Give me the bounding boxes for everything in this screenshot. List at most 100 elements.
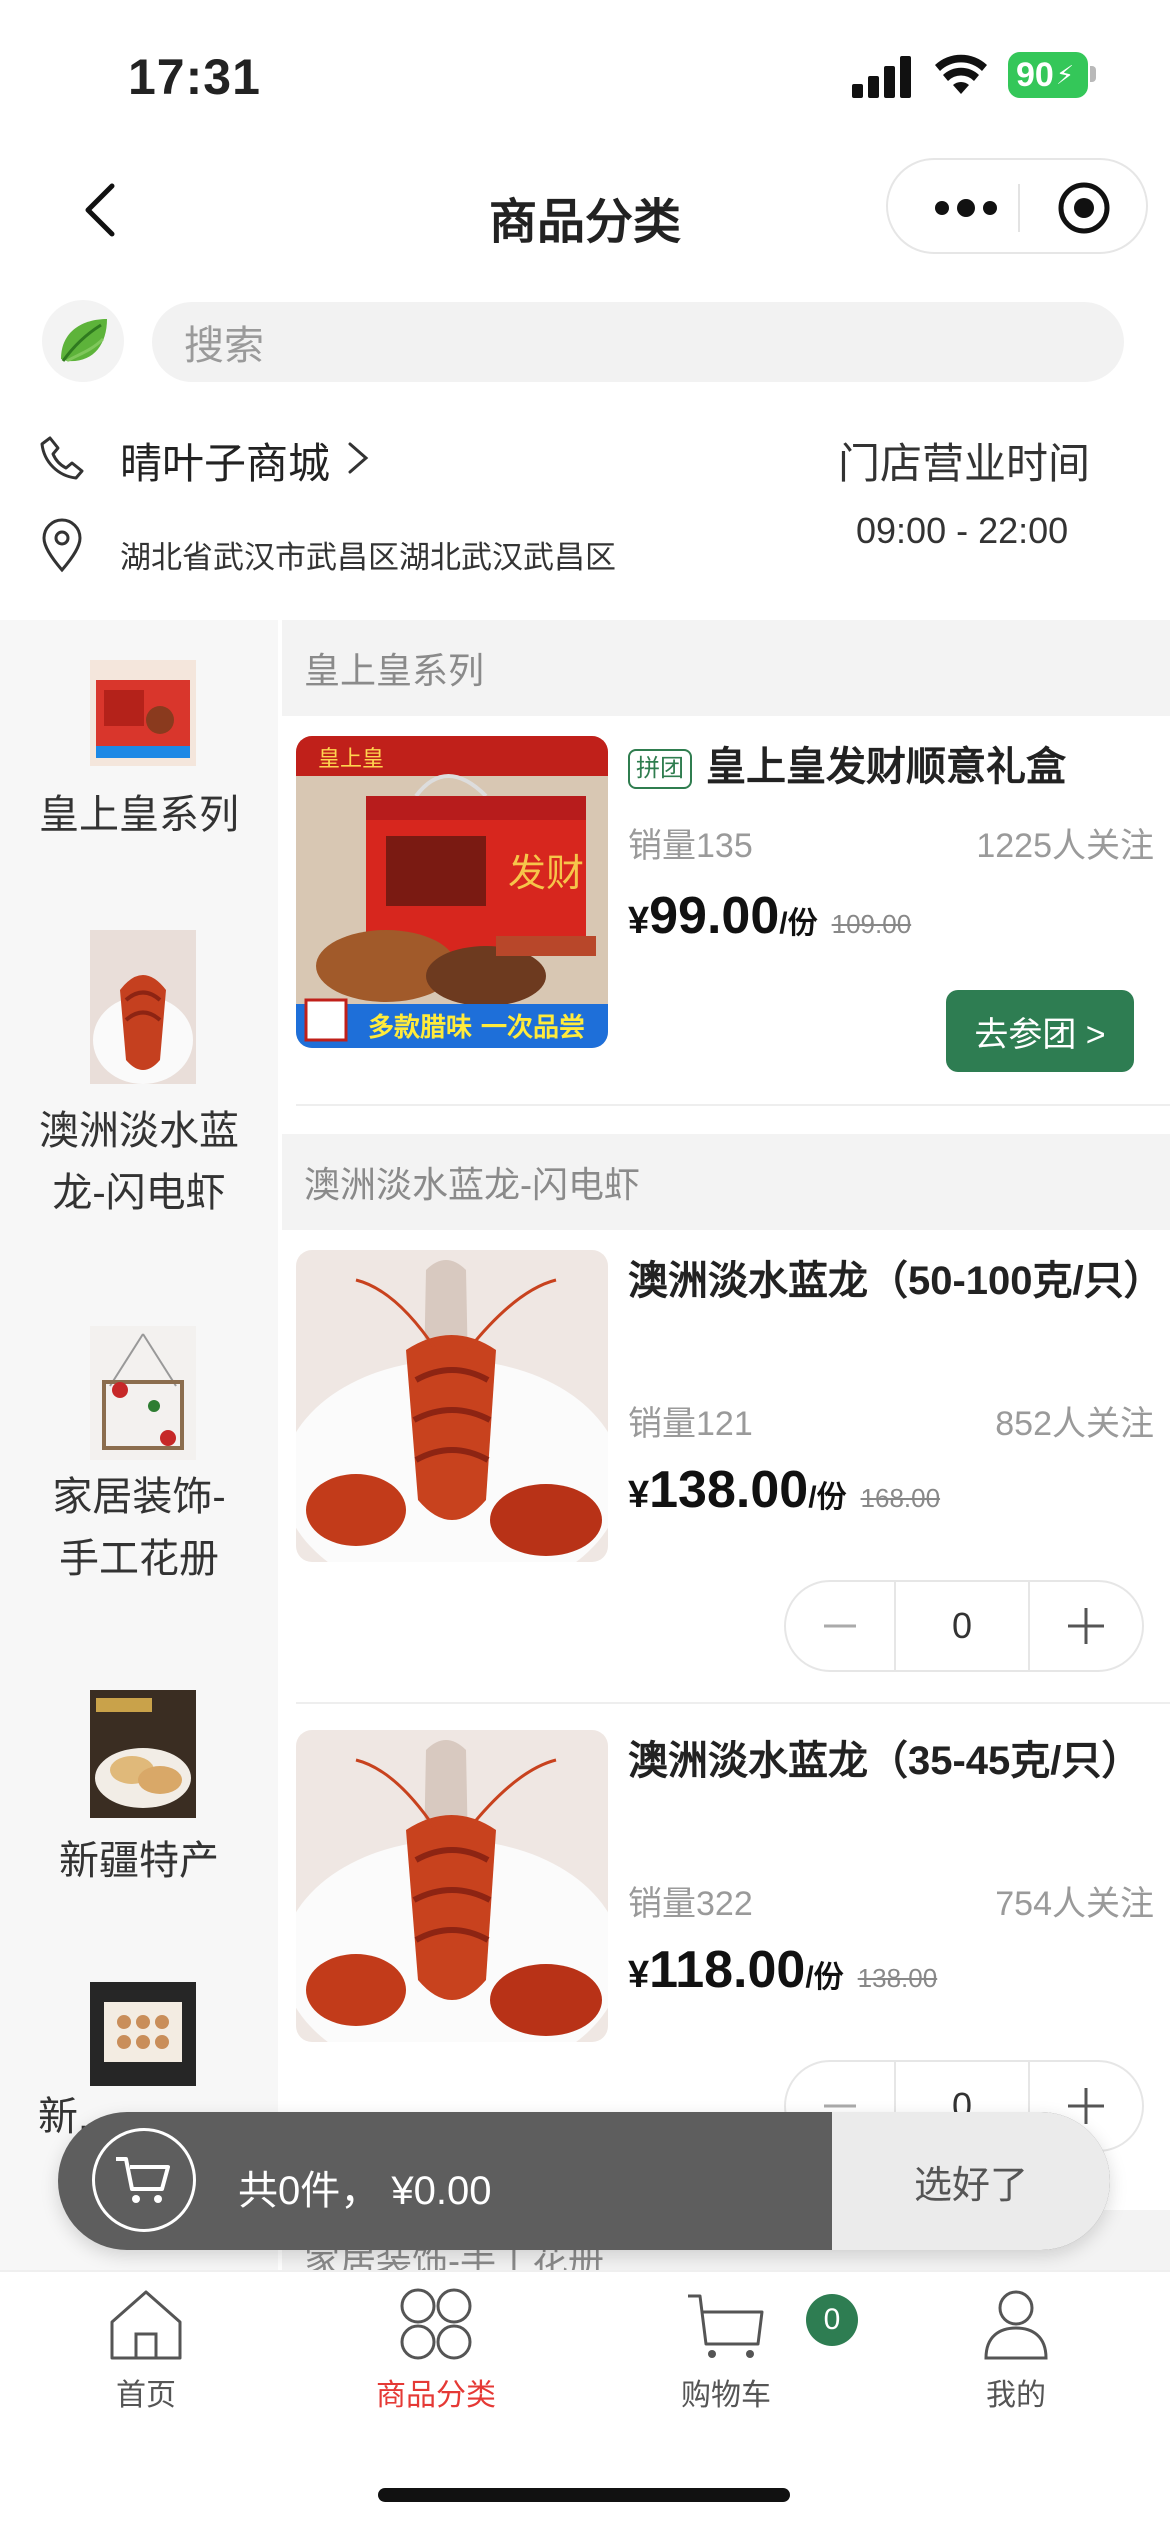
sidebar-item-label: 新疆特产 (59, 1839, 219, 1883)
status-bar: 17:31 90 ⚡ (0, 0, 1170, 140)
group-buy-tag: 拼团 (628, 749, 692, 790)
wifi-icon (935, 54, 987, 94)
sales-count: 销量322 (628, 1885, 753, 1923)
category-grid-icon (400, 2288, 472, 2360)
increase-button[interactable] (1030, 1582, 1142, 1670)
price-value: 138.00 (649, 1461, 809, 1519)
sidebar-item-huangshanghuang[interactable]: 皇上皇系列 (0, 660, 278, 840)
price: ¥118.00/份 138.00 (628, 1940, 937, 2000)
crayfish-image (296, 1730, 608, 2042)
banner-text: 多款腊味 一次品尝 (368, 1013, 585, 1043)
category-thumbnail (90, 1326, 196, 1460)
user-icon (984, 2290, 1048, 2360)
sidebar-item-xinjiang[interactable]: 新疆特产 (0, 1690, 278, 1890)
tab-category[interactable]: 商品分类 (336, 2288, 536, 2414)
product-card[interactable]: 皇上皇 发财 多款腊味 一次品尝 拼团 皇上皇发财顺意礼盒 销量135 1225人… (282, 736, 1170, 1116)
store-info: 晴叶子商城 湖北省武汉市武昌区湖北武汉武昌区 门店营业时间 09:00 - 22… (0, 410, 1170, 620)
sidebar-item-crayfish[interactable]: 澳洲淡水蓝龙-闪电虾 (0, 930, 278, 1240)
divider (296, 1104, 1170, 1106)
product-image[interactable] (296, 1250, 608, 1562)
business-hours: 09:00 - 22:00 (856, 510, 1069, 551)
store-address: 湖北省武汉市武昌区湖北武汉武昌区 (120, 540, 616, 575)
search-input[interactable]: 搜索 (152, 302, 1124, 382)
price-value: 99.00 (649, 887, 780, 945)
nav-bar: 商品分类 (0, 140, 1170, 280)
location-icon (42, 518, 82, 573)
product-card[interactable]: 澳洲淡水蓝龙（50-100克/只） 销量121 852人关注 ¥138.00/份… (282, 1250, 1170, 1690)
plus-icon (1068, 1608, 1104, 1644)
tab-label: 商品分类 (376, 2379, 496, 2412)
store-logo[interactable] (42, 300, 124, 382)
divider (296, 1702, 1170, 1704)
cart-count-badge: 0 (806, 2294, 858, 2346)
follow-count: 754人关注 (995, 1885, 1154, 1923)
category-sidebar[interactable]: 皇上皇系列 澳洲淡水蓝龙-闪电虾 家居装饰-手工花册 新疆特产 新... (0, 620, 278, 2270)
home-indicator[interactable] (378, 2488, 790, 2502)
sales-count: 销量121 (628, 1405, 753, 1443)
tab-home[interactable]: 首页 (46, 2288, 246, 2414)
content-area: 皇上皇系列 澳洲淡水蓝龙-闪电虾 家居装饰-手工花册 新疆特产 新... 皇上皇… (0, 620, 1170, 2270)
store-name[interactable]: 晴叶子商城 (120, 430, 330, 491)
currency-symbol: ¥ (628, 1474, 650, 1516)
status-time: 17:31 (128, 49, 261, 105)
more-icon[interactable] (928, 188, 1018, 228)
tab-cart[interactable]: 购物车 (626, 2288, 826, 2414)
cart-summary: 共0件， ¥0.00 (238, 2169, 492, 2213)
brand-text: 皇上皇 (318, 747, 384, 772)
sales-count: 销量135 (628, 827, 753, 865)
close-target-icon[interactable] (1056, 180, 1112, 236)
quantity-value[interactable]: 0 (894, 1582, 1030, 1670)
original-price: 168.00 (860, 1483, 941, 1513)
quantity-stepper[interactable]: 0 (784, 1580, 1144, 1672)
sidebar-item-label: 家居装饰-手工花册 (52, 1475, 226, 1581)
battery-level: 90 (1016, 55, 1054, 94)
business-hours-title: 门店营业时间 (838, 440, 1091, 487)
cart-icon (116, 2157, 170, 2203)
checkout-button[interactable]: 选好了 (832, 2112, 1110, 2250)
price: ¥99.00/份 109.00 (628, 886, 911, 946)
search-row: 搜索 (0, 290, 1170, 400)
currency-symbol: ¥ (628, 1954, 650, 1996)
phone-icon[interactable] (38, 434, 86, 482)
cart-button[interactable] (92, 2128, 196, 2232)
battery-icon: 90 ⚡ (1008, 52, 1088, 98)
capsule-divider (1018, 184, 1020, 232)
product-list[interactable]: 皇上皇系列 皇上皇 发财 多款腊味 一次品尝 拼团 皇上皇发财顺意礼盒 销量13… (282, 620, 1170, 2270)
product-title[interactable]: 澳洲淡水蓝龙（35-45克/只） (628, 1730, 1148, 1792)
decrease-button[interactable] (786, 1582, 894, 1670)
product-image[interactable]: 皇上皇 发财 多款腊味 一次品尝 (296, 736, 608, 1048)
chevron-right-icon[interactable] (346, 440, 370, 476)
category-thumbnail (90, 660, 196, 766)
sidebar-item-home-decor[interactable]: 家居装饰-手工花册 (0, 1326, 278, 1606)
tab-label: 购物车 (681, 2379, 771, 2412)
product-title[interactable]: 拼团 皇上皇发财顺意礼盒 (628, 736, 1148, 798)
battery-tip (1090, 66, 1096, 82)
cart-bar: 共0件， ¥0.00 选好了 (58, 2112, 1110, 2250)
category-thumbnail (90, 1690, 196, 1818)
join-group-button[interactable]: 去参团 > (946, 990, 1134, 1072)
leaf-icon (61, 319, 107, 363)
search-placeholder: 搜索 (184, 324, 264, 368)
mini-program-capsule (886, 158, 1148, 254)
shopping-cart-icon (688, 2294, 764, 2358)
crayfish-image (296, 1250, 608, 1562)
minus-icon (824, 1624, 856, 1628)
price-unit: /份 (779, 907, 818, 940)
section-header: 澳洲淡水蓝龙-闪电虾 (282, 1134, 1170, 1230)
product-title-text: 皇上皇发财顺意礼盒 (706, 745, 1066, 789)
currency-symbol: ¥ (628, 900, 650, 942)
product-image[interactable] (296, 1730, 608, 2042)
follow-count: 852人关注 (995, 1405, 1154, 1443)
category-thumbnail (90, 930, 196, 1084)
product-title[interactable]: 澳洲淡水蓝龙（50-100克/只） (628, 1250, 1164, 1312)
original-price: 138.00 (857, 1963, 938, 1993)
original-price: 109.00 (831, 909, 912, 939)
tab-profile[interactable]: 我的 (916, 2288, 1116, 2414)
price-unit: /份 (808, 1481, 847, 1514)
signal-icon (852, 56, 911, 98)
product-card[interactable]: 澳洲淡水蓝龙（35-45克/只） 销量322 754人关注 ¥118.00/份 1… (282, 1730, 1170, 2170)
section-header: 皇上皇系列 (282, 620, 1170, 716)
svg-text:发财: 发财 (508, 851, 584, 895)
home-icon (110, 2290, 182, 2360)
tab-label: 我的 (986, 2379, 1046, 2412)
